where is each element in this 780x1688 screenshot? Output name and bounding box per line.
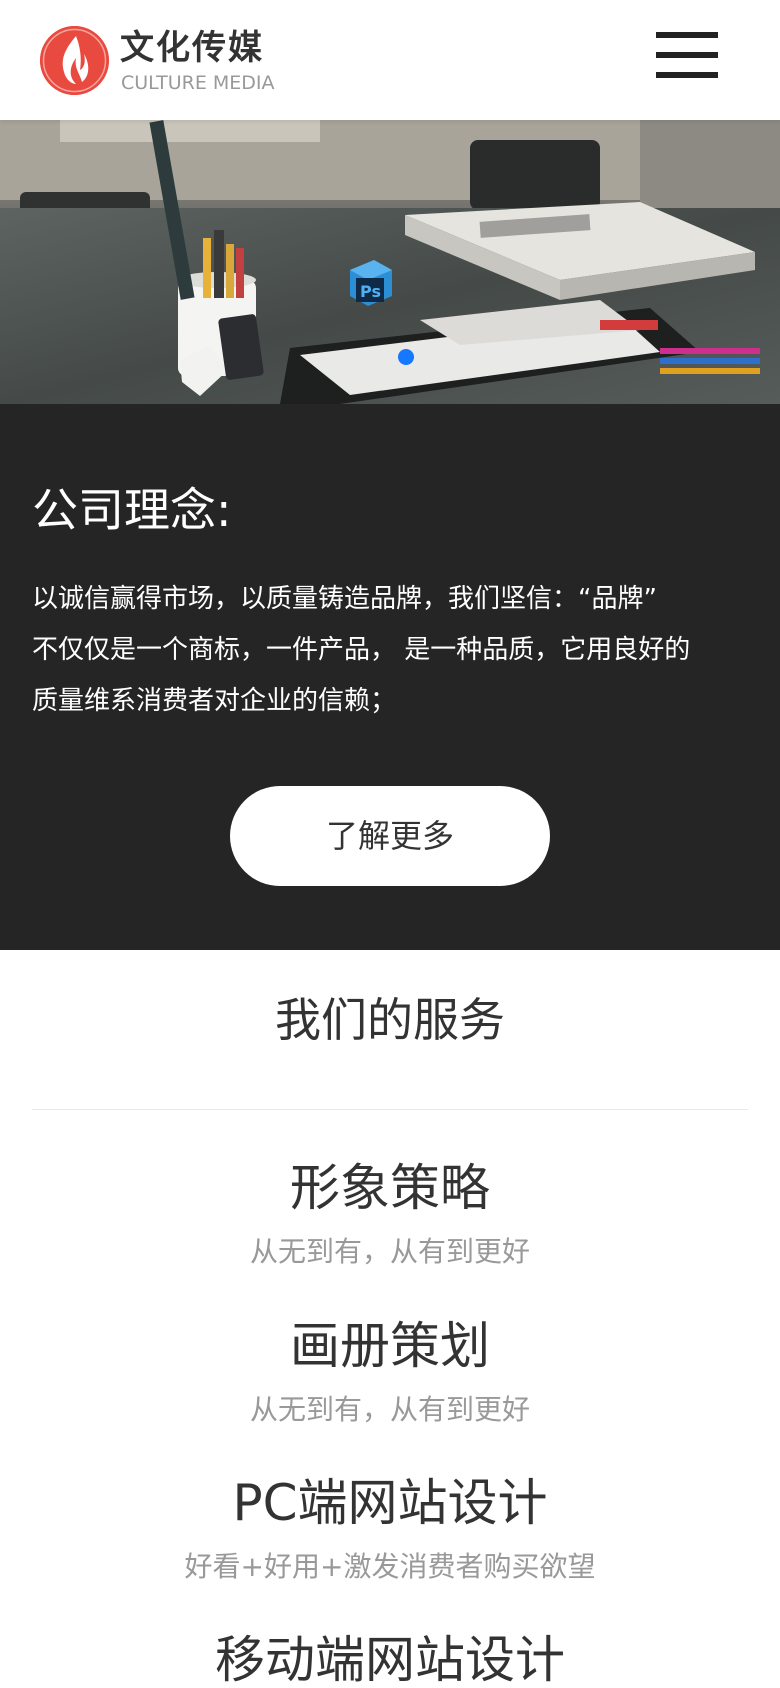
service-item-pc-website-design[interactable]: PC端网站设计 好看+好用+激发消费者购买欲望 <box>0 1471 780 1587</box>
service-name[interactable]: PC端网站设计 <box>0 1471 780 1535</box>
banner-image: Ps <box>0 120 780 404</box>
service-desc: 好看+好用+激发消费者购买欲望 <box>184 1550 596 1583</box>
section-divider <box>32 1109 748 1110</box>
hamburger-menu-icon[interactable] <box>656 30 718 82</box>
brand-tagline: CULTURE MEDIA <box>121 72 275 94</box>
philosophy-text: 以诚信赢得市场，以质量铸造品牌，我们坚信：“品牌” 不仅仅是一个商标，一件产品，… <box>32 574 752 727</box>
service-name[interactable]: 形象策略 <box>0 1156 780 1220</box>
hero-banner[interactable]: Ps <box>0 120 780 404</box>
service-item-brochure-planning[interactable]: 画册策划 从无到有，从有到更好 <box>0 1314 780 1430</box>
philosophy-line: 不仅仅是一个商标，一件产品， 是一种品质，它用良好的 <box>32 635 691 665</box>
ps-badge-text: Ps <box>360 282 381 301</box>
site-header: 文化传媒 CULTURE MEDIA <box>0 0 780 120</box>
service-desc: 从无到有，从有到更好 <box>249 1235 530 1268</box>
philosophy-title: 公司理念: <box>32 483 232 537</box>
services-title: 我们的服务 <box>275 993 505 1047</box>
company-philosophy-section: 公司理念: 以诚信赢得市场，以质量铸造品牌，我们坚信：“品牌” 不仅仅是一个商标… <box>0 404 780 950</box>
service-item-mobile-website-design[interactable]: 移动端网站设计 <box>0 1628 780 1688</box>
service-item-image-strategy[interactable]: 形象策略 从无到有，从有到更好 <box>0 1156 780 1272</box>
slide-indicator-dot[interactable] <box>398 349 414 365</box>
learn-more-button[interactable]: 了解更多 <box>230 786 550 886</box>
service-name[interactable]: 移动端网站设计 <box>0 1628 780 1688</box>
philosophy-line: 以诚信赢得市场，以质量铸造品牌，我们坚信：“品牌” <box>32 584 657 614</box>
flame-icon[interactable] <box>40 26 109 95</box>
brand-name[interactable]: 文化传媒 <box>120 28 264 68</box>
philosophy-line: 质量维系消费者对企业的信赖； <box>32 686 397 716</box>
service-name[interactable]: 画册策划 <box>0 1314 780 1378</box>
service-desc: 从无到有，从有到更好 <box>249 1393 530 1426</box>
